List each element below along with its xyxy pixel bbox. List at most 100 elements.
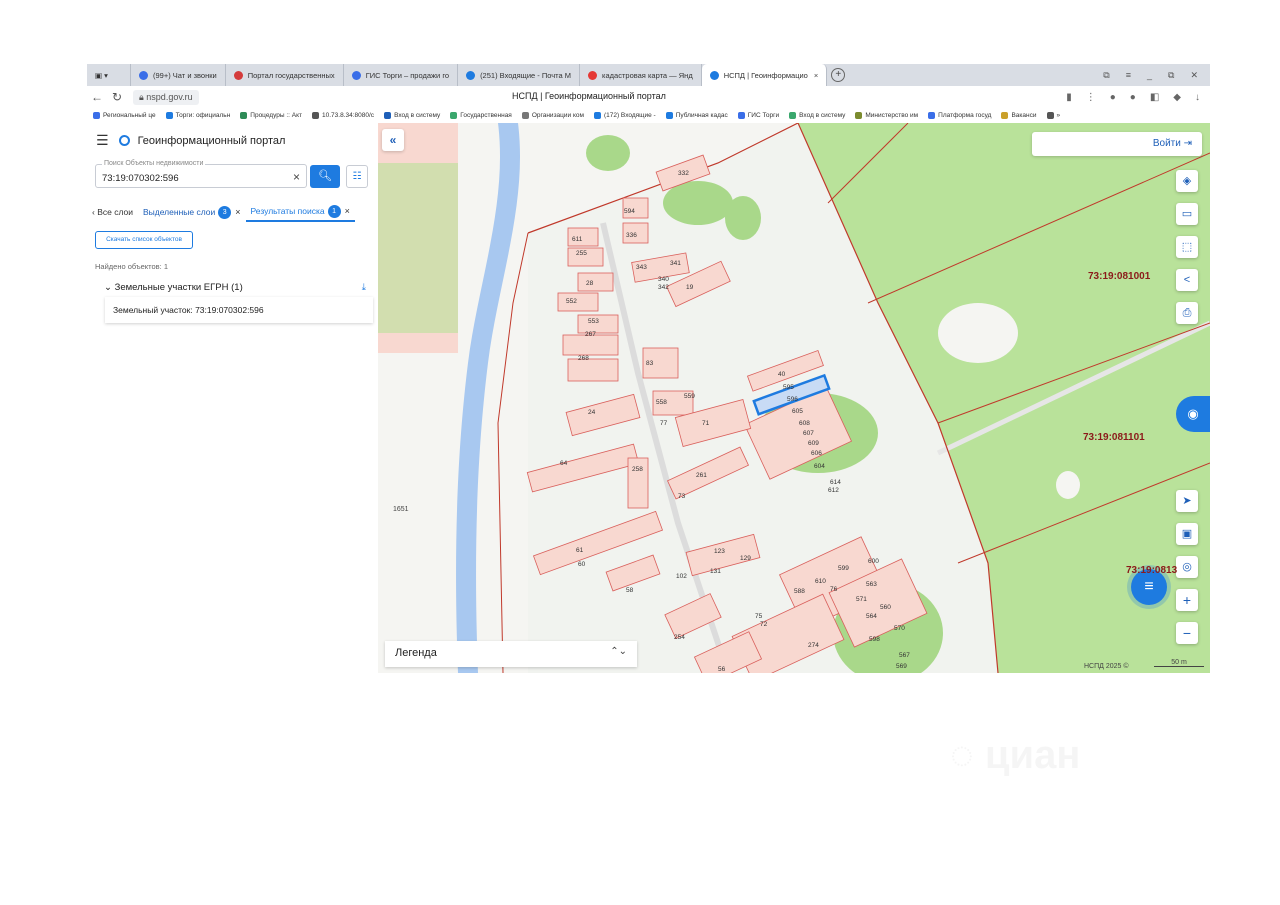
found-count: Найдено объектов: 1 — [95, 262, 169, 271]
parcel-label: 596 — [787, 396, 798, 403]
download-list-button[interactable]: Скачать список объектов — [95, 231, 193, 249]
parcel-label: 75 — [755, 613, 763, 620]
parcel-label: 570 — [894, 625, 905, 632]
bookmark-item[interactable]: ГИС Торги — [737, 112, 779, 119]
tab-all-layers[interactable]: ‹ Все слои — [87, 202, 138, 222]
browser-tab[interactable]: (251) Входящие - Почта М — [458, 64, 581, 86]
locate-icon[interactable]: ➤ — [1176, 490, 1198, 512]
layer-tabs: ‹ Все слои Выделенные слои 3 × Результаты … — [87, 202, 378, 222]
bookmark-favicon-icon — [928, 112, 936, 119]
parcel-label: 61 — [576, 547, 584, 554]
sidebar-panel: ☰ Геоинформационный портал Поиск Объекты… — [87, 123, 378, 673]
hamburger-menu-icon[interactable]: ☰ — [96, 132, 109, 149]
tab-selected-layers[interactable]: Выделенные слои 3 × — [138, 202, 246, 222]
parcel-label: 609 — [808, 440, 819, 447]
browser-menu-button[interactable]: ▣ ▾ — [87, 64, 131, 86]
filter-button[interactable]: ☷ — [346, 165, 368, 188]
bookmark-label: (172) Входящие - — [603, 112, 656, 119]
url-field[interactable]: 🔒︎ nspd.gov.ru — [133, 89, 199, 105]
bookmark-item[interactable]: Региональный це — [93, 112, 156, 119]
search-button[interactable]: 🔍︎ — [310, 165, 340, 188]
parcel-label: 56 — [718, 666, 726, 673]
bookmark-item[interactable]: » — [1046, 112, 1060, 119]
parcel-label: 255 — [576, 250, 587, 257]
parcel-label: 72 — [760, 621, 768, 628]
bookmark-item[interactable]: Организации ком — [521, 112, 584, 119]
bookmark-favicon-icon — [593, 112, 601, 119]
login-button[interactable]: Войти ⇥ — [1032, 132, 1202, 156]
bookmark-item[interactable]: Вход в систему — [789, 112, 845, 119]
restore-button[interactable]: ⧉ — [1168, 70, 1174, 81]
browser-window: ▣ ▾ (99+) Чат и звонки Портал государств… — [87, 64, 1210, 673]
result-group-header[interactable]: ⌄ Земельные участки ЕГРН (1) ⤓ — [104, 282, 366, 293]
download-icon[interactable]: ⤓ — [362, 282, 366, 293]
share-icon[interactable]: < — [1176, 269, 1198, 291]
browser-tab[interactable]: Портал государственных — [226, 64, 344, 86]
tab-favicon-icon — [233, 70, 243, 80]
browser-tab[interactable]: кадастровая карта — Янд — [580, 64, 702, 86]
bookmark-icon[interactable]: ▮ — [1066, 92, 1072, 103]
ruler-icon[interactable]: ▭ — [1176, 203, 1198, 225]
print-icon[interactable]: ⎙ — [1176, 302, 1198, 324]
count-badge: 3 — [218, 205, 232, 219]
help-chat-button[interactable]: ◉ — [1176, 396, 1210, 432]
area-select-icon[interactable]: ⬚ — [1176, 236, 1198, 258]
chevron-down-icon: ⌄ — [104, 282, 115, 293]
more-icon[interactable]: ⋮ — [1086, 92, 1096, 103]
browser-tab[interactable]: (99+) Чат и звонки — [131, 64, 226, 86]
zoom-in-button[interactable]: + — [1176, 589, 1198, 611]
tab-label: Выделенные слои — [143, 207, 216, 217]
bookmark-item[interactable]: Платформа госуд — [928, 112, 991, 119]
parcel-label: 595 — [783, 384, 794, 391]
close-icon[interactable]: × — [345, 206, 350, 216]
minimize-button[interactable]: _ — [1147, 70, 1152, 81]
app-header: ☰ Геоинформационный портал — [96, 132, 285, 149]
map-canvas[interactable]: 332 594 336 611 255 343 341 340 342 19 28 552 553 267… — [378, 123, 1210, 673]
bookmark-label: Торги: официальн — [175, 112, 231, 119]
clear-icon[interactable]: × — [293, 170, 300, 184]
search-input[interactable]: Поиск Объекты недвижимости 73:19:070302:… — [95, 160, 307, 188]
minimap-icon[interactable]: ▣ — [1176, 523, 1198, 545]
bookmark-item[interactable]: Публичная кадас — [665, 112, 728, 119]
download-icon[interactable]: ↓ — [1195, 92, 1200, 103]
bookmark-item[interactable]: Ваканси — [1001, 112, 1037, 119]
tab-search-results[interactable]: Результаты поиска 1 × — [245, 202, 355, 222]
parcel-label: 332 — [678, 170, 689, 177]
layers-icon[interactable]: ◈ — [1176, 170, 1198, 192]
close-tab-icon[interactable]: × — [814, 71, 818, 80]
menu-icon[interactable]: ≡ — [1126, 70, 1131, 81]
browser-tab-active[interactable]: НСПД | Геоинформацио × — [701, 64, 828, 86]
collapse-panel-button[interactable]: « — [382, 129, 404, 151]
pin-icon[interactable]: ◎ — [1176, 556, 1198, 578]
bookmark-item[interactable]: (172) Входящие - — [593, 112, 656, 119]
bookmark-item[interactable]: Государственная — [450, 112, 512, 119]
new-tab-button[interactable]: + — [831, 68, 846, 82]
close-window-button[interactable]: ✕ — [1190, 70, 1198, 81]
reload-icon[interactable]: ↻ — [107, 90, 127, 104]
zoom-out-button[interactable]: − — [1176, 622, 1198, 644]
bookmark-item[interactable]: Министерство им — [855, 112, 918, 119]
app-title: Геоинформационный портал — [137, 134, 286, 147]
extension-icon[interactable]: ◧ — [1150, 92, 1159, 103]
bookmark-label: Ваканси — [1011, 112, 1037, 119]
tab-label: (99+) Чат и звонки — [153, 70, 217, 80]
forest-patch — [725, 196, 761, 240]
bookmark-item[interactable]: 10.73.8.34:8080/c — [312, 112, 374, 119]
tab-label: Все слои — [97, 207, 133, 217]
bookmark-item[interactable]: Процедуры :: Акт — [240, 112, 302, 119]
copy-icon[interactable]: ⧉ — [1103, 70, 1109, 81]
bookmark-favicon-icon — [737, 112, 745, 119]
bookmark-item[interactable]: Торги: официальн — [165, 112, 231, 119]
extension-icon[interactable]: ◆ — [1173, 92, 1181, 103]
bookmark-item[interactable]: Вход в систему — [384, 112, 440, 119]
result-item[interactable]: Земельный участок: 73:19:070302:596 — [105, 297, 373, 323]
extension-icon[interactable]: ● — [1130, 92, 1136, 103]
window-controls: ⧉ ≡ _ ⧉ ✕ — [1103, 70, 1210, 81]
legend-panel[interactable]: Легенда ⌃⌄ — [385, 641, 637, 667]
back-arrow-icon[interactable]: ← — [87, 90, 107, 104]
bookmark-favicon-icon — [93, 112, 100, 119]
extension-icon[interactable]: ● — [1110, 92, 1116, 103]
close-icon[interactable]: × — [235, 207, 240, 217]
parcel-label: 76 — [830, 586, 838, 593]
browser-tab[interactable]: ГИС Торги – продажи го — [344, 64, 459, 86]
